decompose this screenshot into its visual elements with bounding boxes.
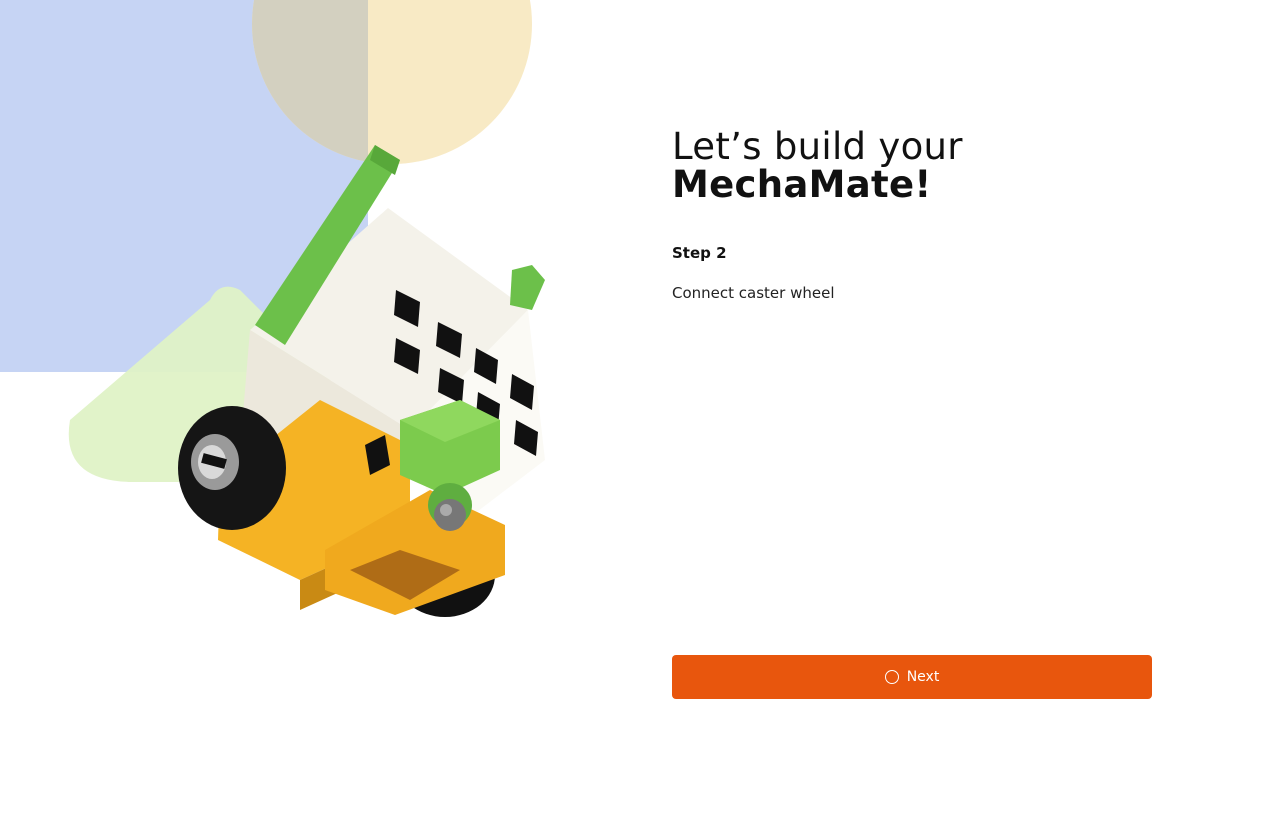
loading-circle-icon <box>884 670 899 684</box>
page: Let’s build your MechaMate! Step 2 Conne… <box>0 0 1280 832</box>
heading-line-2: MechaMate! <box>672 163 932 206</box>
green-peg <box>510 265 545 310</box>
robot-illustration <box>178 145 545 617</box>
step-label: Step 2 <box>672 244 727 262</box>
next-button[interactable]: Next <box>672 655 1152 699</box>
step-description: Connect caster wheel <box>672 284 835 302</box>
content-panel: Let’s build your MechaMate! Step 2 Conne… <box>672 125 1152 303</box>
heading-line-1: Let’s build your <box>672 125 963 168</box>
next-button-label: Next <box>906 669 940 685</box>
